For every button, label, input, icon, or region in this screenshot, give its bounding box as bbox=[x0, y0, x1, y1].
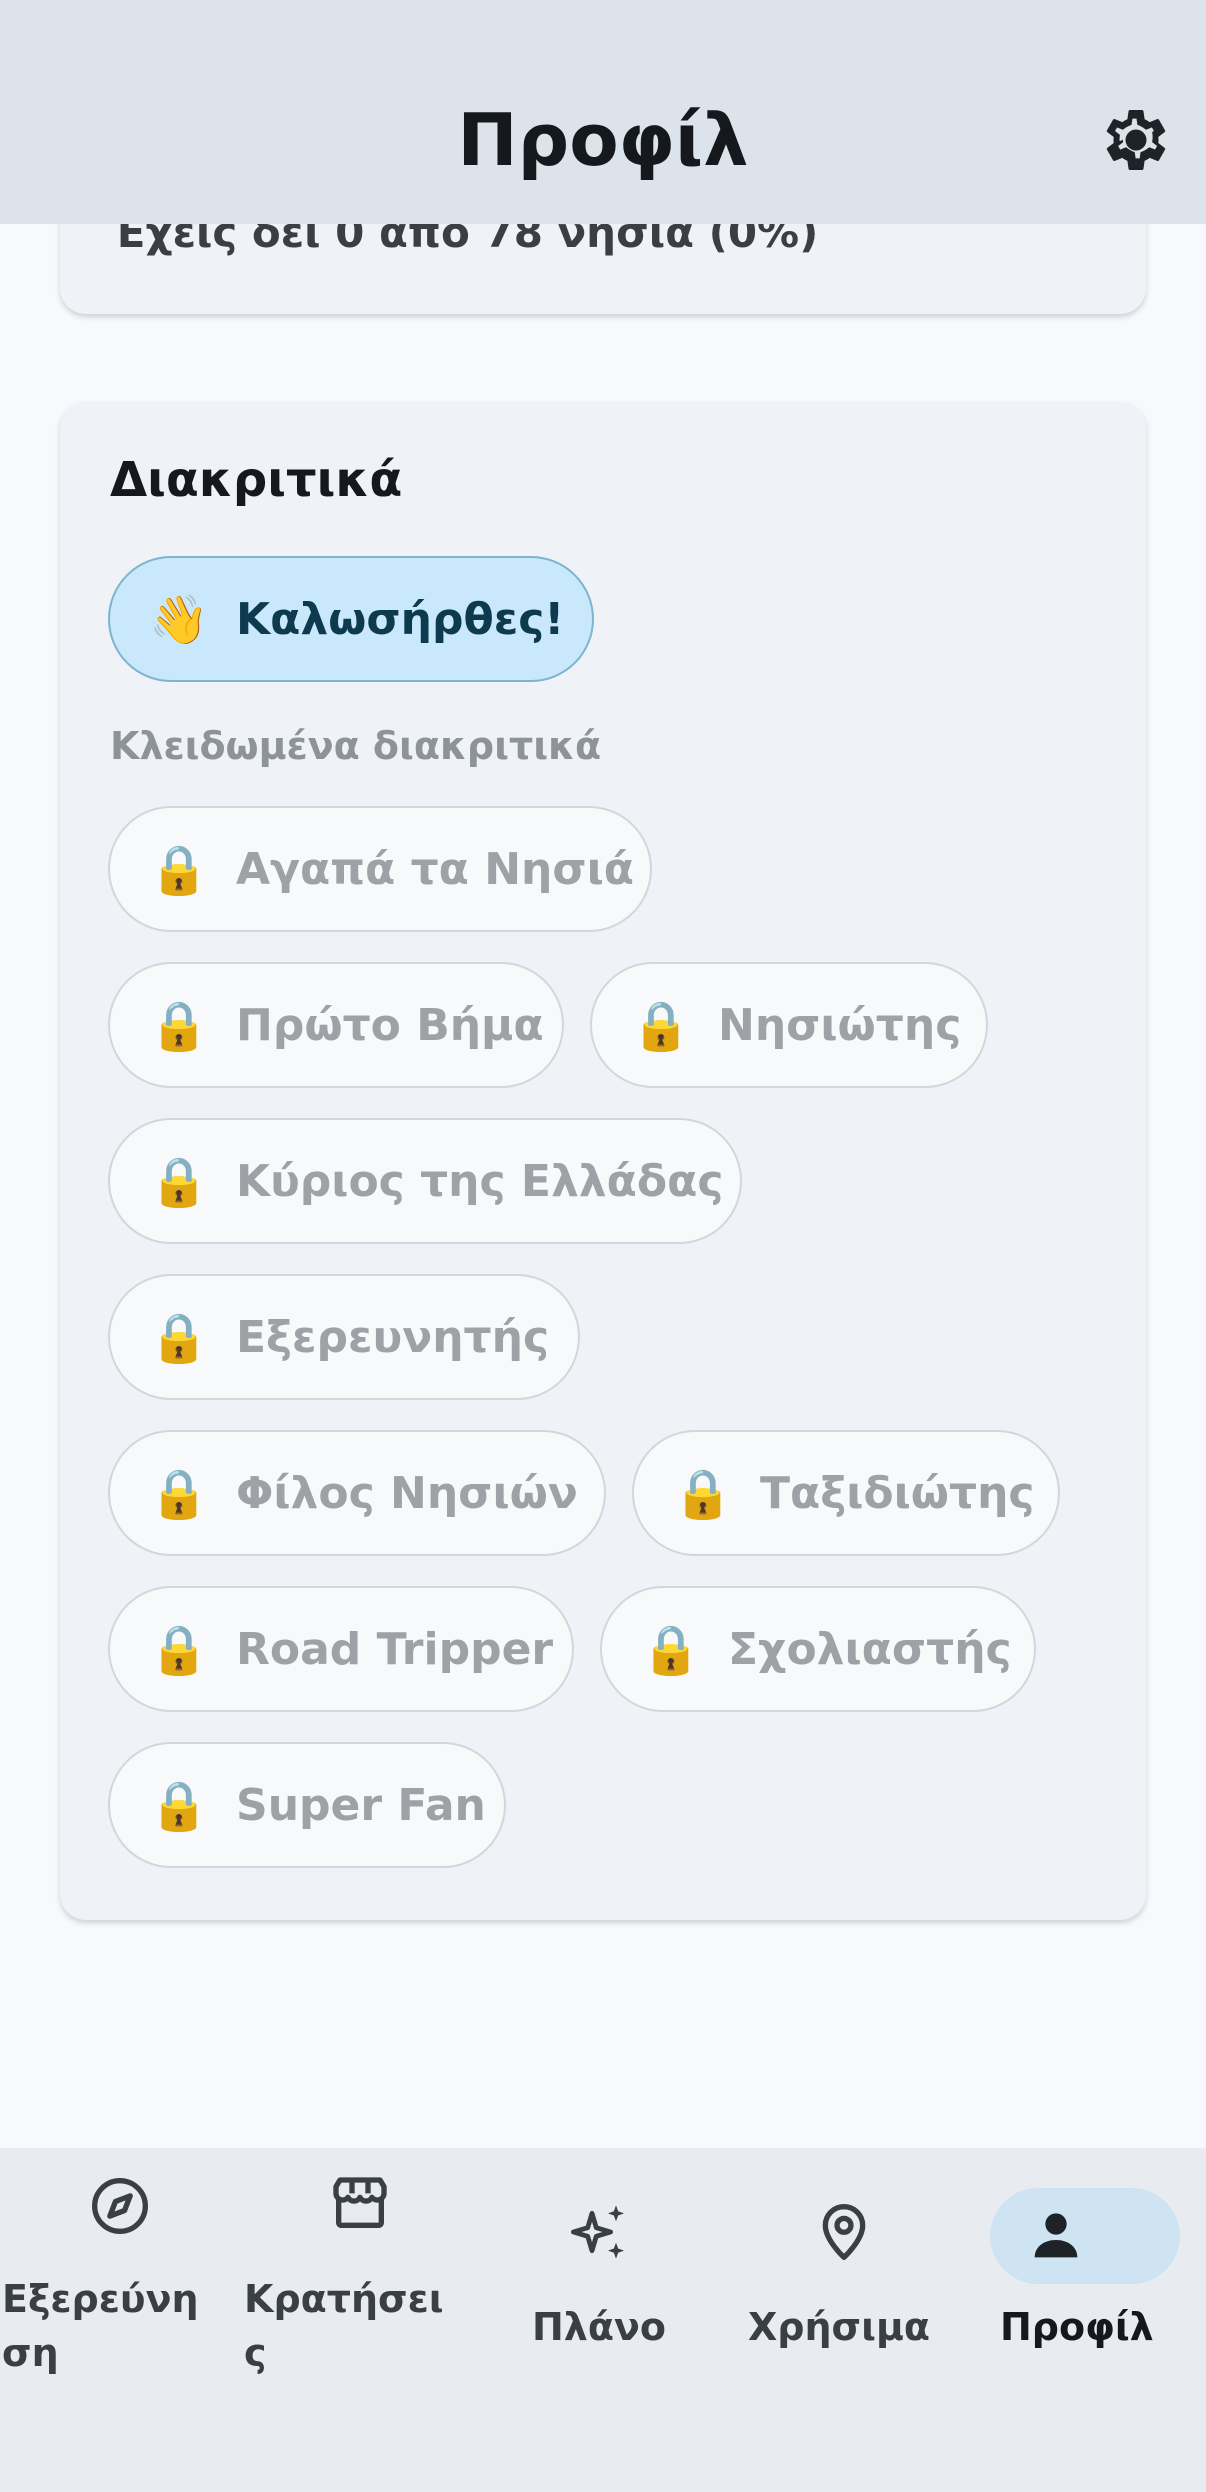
profile-screen: Έχεις δει 0 από 78 νησιά (0%) Διακριτικά… bbox=[0, 0, 1206, 2492]
page-title: Προφίλ bbox=[457, 98, 749, 182]
nav-item-bookings[interactable]: Κρατήσει ς bbox=[240, 2148, 480, 2492]
locked-badge-chip[interactable]: 🔒 Ταξιδιώτης bbox=[632, 1430, 1060, 1556]
nav-label: Προφίλ bbox=[1000, 2305, 1154, 2349]
gear-icon bbox=[1106, 109, 1166, 170]
badge-label: Νησιώτης bbox=[718, 999, 962, 1051]
badge-label: Super Fan bbox=[236, 1779, 486, 1831]
nav-item-useful[interactable]: Χρήσιμα bbox=[720, 2148, 970, 2492]
badges-card: Διακριτικά 👋 Καλωσήρθες! Κλειδωμένα διακ… bbox=[60, 402, 1146, 1920]
locked-badge-chip[interactable]: 🔒 Φίλος Νησιών bbox=[108, 1430, 606, 1556]
lock-icon: 🔒 bbox=[149, 997, 209, 1054]
nav-item-plan[interactable]: Πλάνο bbox=[480, 2148, 720, 2492]
badge-label: Αγαπά τα Νησιά bbox=[236, 843, 635, 895]
lock-icon: 🔒 bbox=[149, 841, 209, 898]
locked-badge-chip[interactable]: 🔒 Road Tripper bbox=[108, 1586, 574, 1712]
locked-badges-heading: Κλειδωμένα διακριτικά bbox=[110, 724, 602, 768]
compass-icon bbox=[92, 2178, 148, 2234]
nav-label: Χρήσιμα bbox=[748, 2305, 931, 2349]
sparkles-icon bbox=[570, 2205, 624, 2259]
locked-badge-chip[interactable]: 🔒 Νησιώτης bbox=[590, 962, 988, 1088]
locked-badge-chip[interactable]: 🔒 Super Fan bbox=[108, 1742, 506, 1868]
lock-icon: 🔒 bbox=[149, 1465, 209, 1522]
locked-badge-chip[interactable]: 🔒 Αγαπά τα Νησιά bbox=[108, 806, 652, 932]
scroll-content[interactable]: Έχεις δει 0 από 78 νησιά (0%) Διακριτικά… bbox=[0, 0, 1206, 2148]
badge-label: Ταξιδιώτης bbox=[760, 1467, 1035, 1519]
lock-icon: 🔒 bbox=[149, 1621, 209, 1678]
badge-chip-welcome[interactable]: 👋 Καλωσήρθες! bbox=[108, 556, 594, 682]
lock-icon: 🔒 bbox=[631, 997, 691, 1054]
settings-button[interactable] bbox=[1100, 104, 1172, 176]
bottom-navigation: Εξερεύνη ση Κρατήσει ς Πλάνο Χρήσιμα Προ… bbox=[0, 2148, 1206, 2492]
nav-label: ση bbox=[2, 2331, 59, 2375]
nav-label: Πλάνο bbox=[532, 2305, 666, 2349]
nav-label: Εξερεύνη bbox=[2, 2277, 199, 2321]
badge-label: Εξερευνητής bbox=[236, 1311, 550, 1363]
nav-item-profile[interactable]: Προφίλ bbox=[970, 2148, 1206, 2492]
lock-icon: 🔒 bbox=[641, 1621, 701, 1678]
badge-label: Καλωσήρθες! bbox=[236, 593, 565, 645]
lock-icon: 🔒 bbox=[149, 1777, 209, 1834]
locked-badge-chip[interactable]: 🔒 Σχολιαστής bbox=[600, 1586, 1036, 1712]
lock-icon: 🔒 bbox=[673, 1465, 733, 1522]
badge-label: Σχολιαστής bbox=[728, 1623, 1012, 1675]
lock-icon: 🔒 bbox=[149, 1153, 209, 1210]
store-icon bbox=[333, 2177, 387, 2228]
badge-label: Πρώτο Βήμα bbox=[236, 999, 544, 1051]
waving-hand-icon: 👋 bbox=[149, 591, 209, 648]
nav-label: ς bbox=[244, 2331, 267, 2375]
lock-icon: 🔒 bbox=[149, 1309, 209, 1366]
locked-badge-chip[interactable]: 🔒 Εξερευνητής bbox=[108, 1274, 580, 1400]
map-pin-icon bbox=[822, 2204, 866, 2260]
badge-label: Φίλος Νησιών bbox=[236, 1467, 578, 1519]
badge-label: Κύριος της Ελλάδας bbox=[236, 1155, 724, 1207]
nav-label: Κρατήσει bbox=[244, 2277, 444, 2321]
person-icon bbox=[1034, 2213, 1078, 2258]
locked-badge-chip[interactable]: 🔒 Πρώτο Βήμα bbox=[108, 962, 564, 1088]
badges-title: Διακριτικά bbox=[110, 452, 403, 508]
badge-label: Road Tripper bbox=[236, 1623, 554, 1675]
top-app-bar: Προφίλ bbox=[0, 0, 1206, 224]
nav-item-explore[interactable]: Εξερεύνη ση bbox=[0, 2148, 240, 2492]
locked-badge-chip[interactable]: 🔒 Κύριος της Ελλάδας bbox=[108, 1118, 742, 1244]
